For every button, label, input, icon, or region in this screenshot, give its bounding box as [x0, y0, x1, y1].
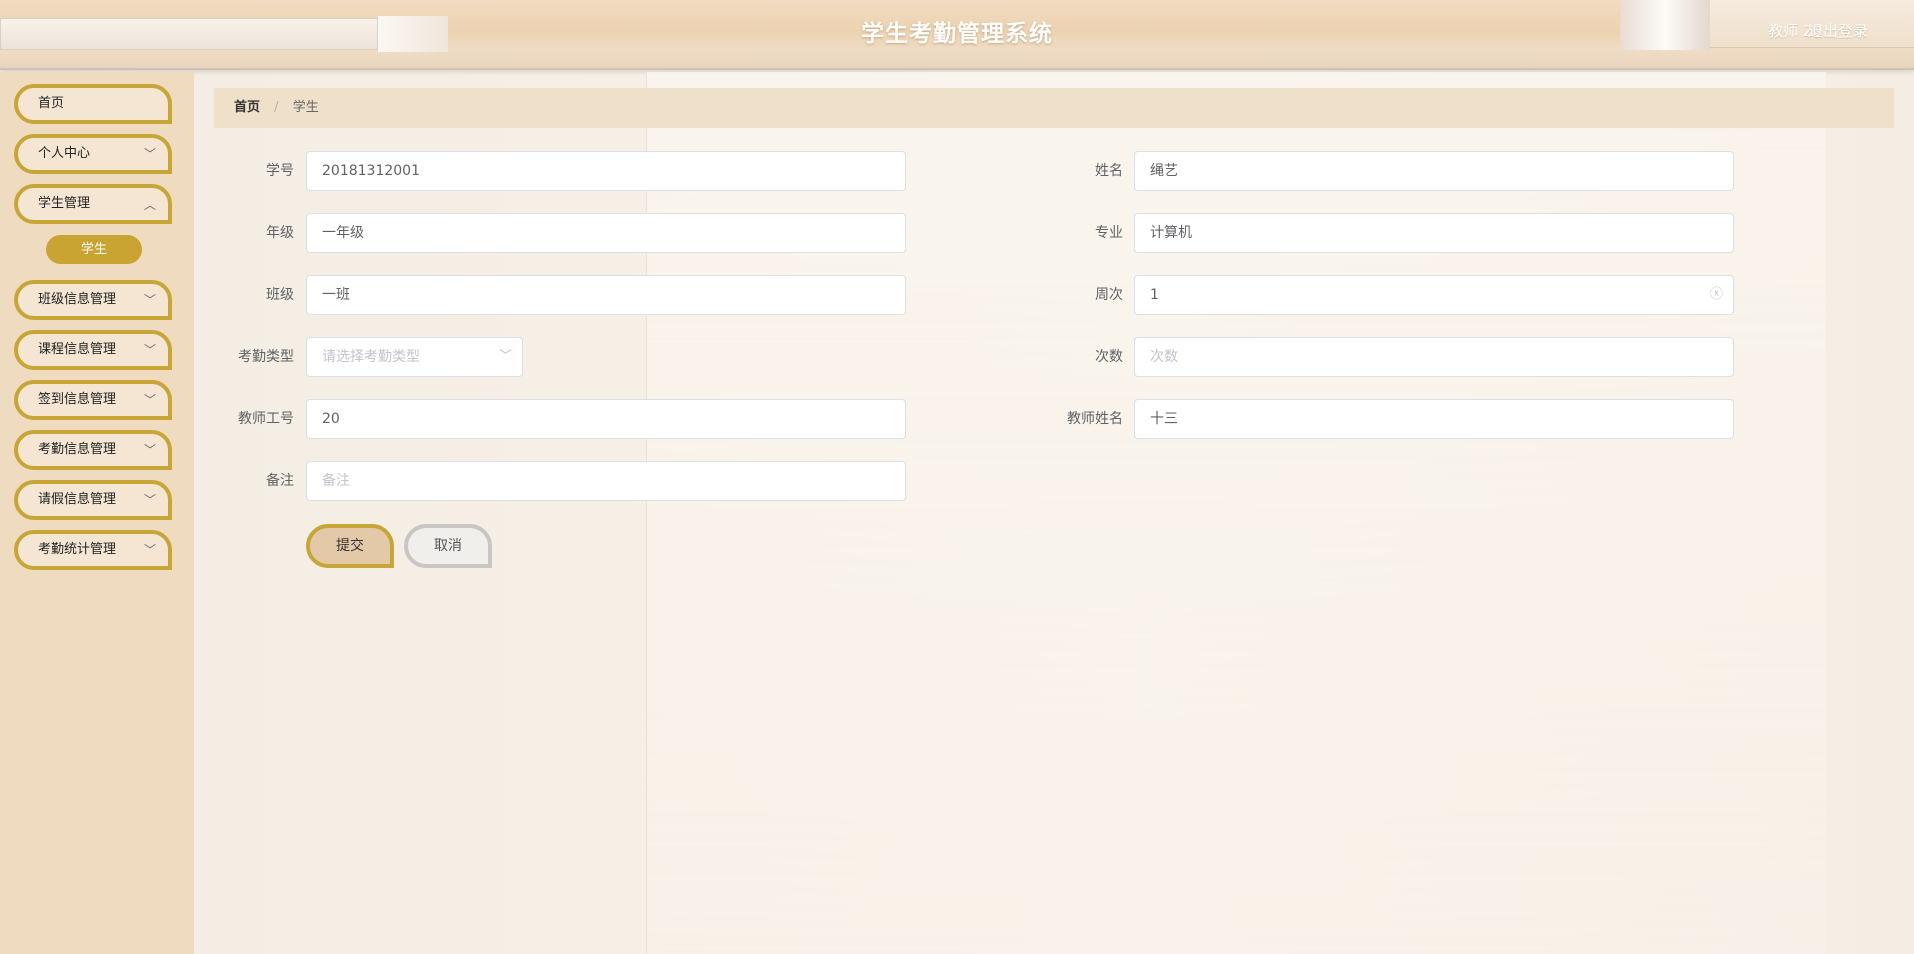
breadcrumb-home[interactable]: 首页 [234, 100, 260, 115]
chevron-down-icon: ﹀ [143, 543, 156, 557]
teacher-id-input[interactable]: 20 [306, 399, 906, 439]
attendance-type-label: 考勤类型 [238, 349, 294, 365]
major-label: 专业 [1095, 225, 1123, 241]
sidebar-item-class-info[interactable]: 班级信息管理 ﹀ [14, 280, 172, 320]
chevron-down-icon: ﹀ [143, 147, 156, 161]
class-input[interactable]: 一班 [306, 275, 906, 315]
sidebar-item-label: 考勤信息管理 [38, 442, 117, 457]
sidebar-item-leave-info[interactable]: 请假信息管理 ﹀ [14, 480, 172, 520]
remark-input[interactable]: 备注 [306, 461, 906, 501]
remark-label: 备注 [266, 473, 294, 489]
sidebar-item-label: 课程信息管理 [38, 342, 117, 357]
breadcrumb-current: 学生 [292, 100, 319, 115]
logout-link[interactable]: 退出登录 [1808, 20, 1868, 41]
chevron-up-icon: ﹀ [143, 197, 156, 211]
sidebar-item-personal-center[interactable]: 个人中心 ﹀ [14, 134, 172, 174]
attendance-type-placeholder: 请选择考勤类型 [322, 349, 420, 365]
sidebar-item-label: 学生管理 [38, 196, 91, 211]
sidebar: 首页 个人中心 ﹀ 学生管理 ﹀ 学生 班级信息管理 ﹀ 课程信息管理 ﹀ 签到… [0, 72, 194, 954]
teacher-id-label: 教师工号 [238, 411, 294, 427]
chevron-down-icon: ﹀ [143, 493, 156, 507]
count-input[interactable]: 次数 [1134, 337, 1734, 377]
sidebar-item-attendance-info[interactable]: 考勤信息管理 ﹀ [14, 430, 172, 470]
class-label: 班级 [266, 287, 294, 303]
cancel-button[interactable]: 取消 [404, 524, 492, 568]
teacher-name-label: 教师姓名 [1067, 411, 1123, 427]
name-input[interactable]: 绳艺 [1134, 151, 1734, 191]
chevron-down-icon: ﹀ [143, 293, 156, 307]
sidebar-item-label: 请假信息管理 [38, 492, 117, 507]
teacher-name-input[interactable]: 十三 [1134, 399, 1734, 439]
sidebar-item-student-management[interactable]: 学生管理 ﹀ [14, 184, 172, 224]
sidebar-subitem-student[interactable]: 学生 [46, 235, 142, 264]
chevron-down-icon: ﹀ [498, 349, 512, 364]
major-input[interactable]: 计算机 [1134, 213, 1734, 253]
sidebar-item-label: 签到信息管理 [38, 392, 117, 407]
chevron-down-icon: ﹀ [143, 393, 156, 407]
sidebar-item-attendance-stats[interactable]: 考勤统计管理 ﹀ [14, 530, 172, 570]
sidebar-item-checkin-info[interactable]: 签到信息管理 ﹀ [14, 380, 172, 420]
submit-button[interactable]: 提交 [306, 524, 394, 568]
sidebar-item-course-info[interactable]: 课程信息管理 ﹀ [14, 330, 172, 370]
attendance-type-select[interactable]: 请选择考勤类型 ﹀ [306, 337, 523, 377]
week-value: 1 [1150, 287, 1159, 303]
student-id-label: 学号 [266, 163, 294, 179]
count-label: 次数 [1095, 349, 1123, 365]
main-background-panel [646, 72, 1826, 954]
breadcrumb: 首页 / 学生 [214, 88, 1894, 128]
chevron-down-icon: ﹀ [143, 443, 156, 457]
sidebar-item-label: 班级信息管理 [38, 292, 117, 307]
clear-icon[interactable]: ⓧ [1710, 276, 1723, 314]
sidebar-item-label: 考勤统计管理 [38, 542, 117, 557]
app-title: 学生考勤管理系统 [861, 21, 1053, 47]
sidebar-item-home[interactable]: 首页 [14, 84, 172, 124]
chevron-down-icon: ﹀ [143, 343, 156, 357]
sidebar-item-label: 个人中心 [38, 146, 91, 161]
name-label: 姓名 [1095, 163, 1123, 179]
student-id-input[interactable]: 20181312001 [306, 151, 906, 191]
week-label: 周次 [1095, 287, 1123, 303]
top-header: 学生考勤管理系统 教师 20 退出登录 [0, 0, 1914, 70]
week-input[interactable]: 1 ⓧ [1134, 275, 1734, 315]
grade-label: 年级 [266, 225, 294, 241]
grade-input[interactable]: 一年级 [306, 213, 906, 253]
breadcrumb-separator: / [274, 100, 279, 115]
sidebar-item-label: 首页 [38, 96, 65, 111]
